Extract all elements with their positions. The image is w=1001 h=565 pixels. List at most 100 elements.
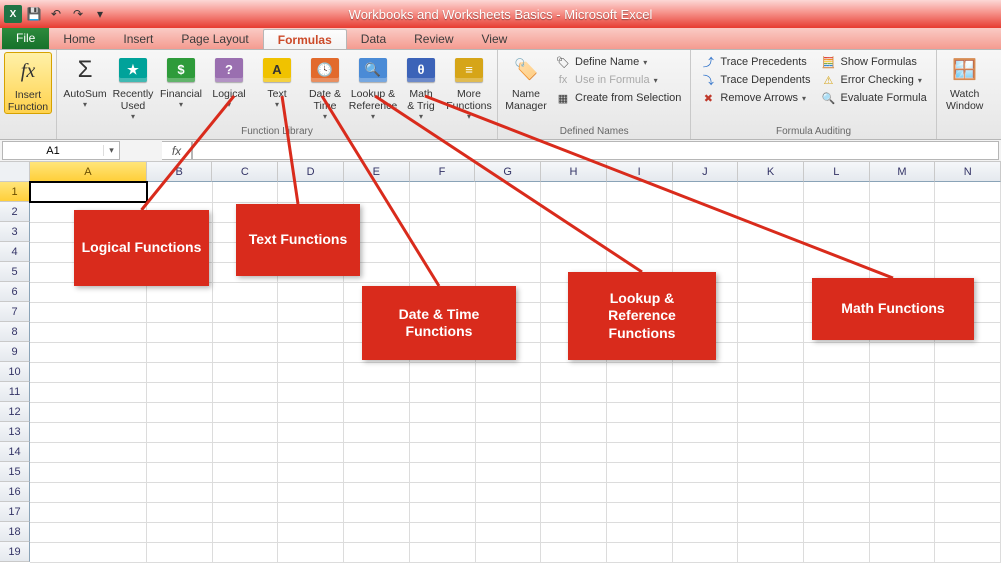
qat-customize-icon[interactable]: ▾ [90,4,110,24]
cell[interactable] [541,182,607,202]
cell[interactable] [344,362,410,382]
cell[interactable] [409,402,475,422]
row-header[interactable]: 19 [0,542,30,562]
cell[interactable] [30,362,147,382]
cell[interactable] [803,382,869,402]
cell[interactable] [738,222,804,242]
cell[interactable] [475,502,541,522]
undo-icon[interactable]: ↶ [46,4,66,24]
row-header[interactable]: 15 [0,462,30,482]
cell[interactable] [212,282,278,302]
cell[interactable] [869,242,935,262]
cell[interactable] [935,502,1001,522]
cell[interactable] [869,442,935,462]
cell[interactable] [30,322,147,342]
row-header[interactable]: 11 [0,382,30,402]
row-header[interactable]: 2 [0,202,30,222]
cell[interactable] [147,322,213,342]
cell[interactable] [344,522,410,542]
cell[interactable] [803,462,869,482]
cell[interactable] [738,462,804,482]
cell[interactable] [803,542,869,562]
remove-arrows-button[interactable]: ✖ Remove Arrows [697,90,813,106]
column-header[interactable]: H [541,162,607,182]
cell[interactable] [606,382,672,402]
cell[interactable] [935,462,1001,482]
cell[interactable] [738,322,804,342]
cell[interactable] [935,442,1001,462]
cell[interactable] [935,522,1001,542]
row-header[interactable]: 3 [0,222,30,242]
row-header[interactable]: 10 [0,362,30,382]
cell[interactable] [30,482,147,502]
cell[interactable] [409,522,475,542]
cell[interactable] [606,422,672,442]
cell[interactable] [935,482,1001,502]
cell[interactable] [935,422,1001,442]
cell[interactable] [475,262,541,282]
name-box-input[interactable] [3,145,103,157]
cell[interactable] [738,282,804,302]
column-header[interactable]: B [147,162,213,182]
cell[interactable] [606,222,672,242]
cell[interactable] [30,182,147,202]
cell[interactable] [212,382,278,402]
use-in-formula-button[interactable]: fx Use in Formula [552,72,684,88]
cell[interactable] [803,482,869,502]
cell[interactable] [409,222,475,242]
cell[interactable] [869,522,935,542]
cell[interactable] [30,522,147,542]
cell[interactable] [475,202,541,222]
cell[interactable] [147,362,213,382]
cell[interactable] [606,442,672,462]
cell[interactable] [606,462,672,482]
cell[interactable] [738,242,804,262]
cell[interactable] [278,442,344,462]
cell[interactable] [278,482,344,502]
cell[interactable] [935,542,1001,562]
row-header[interactable]: 12 [0,402,30,422]
row-header[interactable]: 17 [0,502,30,522]
cell[interactable] [869,182,935,202]
cell[interactable] [869,422,935,442]
cell[interactable] [738,262,804,282]
cell[interactable] [409,482,475,502]
cell[interactable] [672,362,738,382]
cell[interactable] [541,402,607,422]
cell[interactable] [30,402,147,422]
cell[interactable] [212,362,278,382]
cell[interactable] [672,242,738,262]
ribbon-tab-page-layout[interactable]: Page Layout [167,29,262,49]
cell[interactable] [475,222,541,242]
financial-button[interactable]: $ Financial [157,52,205,109]
watch-window-button[interactable]: 🪟 Watch Window [941,52,989,112]
cell[interactable] [212,182,278,202]
cell[interactable] [803,202,869,222]
error-checking-button[interactable]: ⚠ Error Checking [817,72,929,88]
cell[interactable] [935,402,1001,422]
recently-used-button[interactable]: ★ Recently Used [109,52,157,121]
cell[interactable] [738,302,804,322]
cell[interactable] [475,422,541,442]
trace-dependents-button[interactable]: ⤵ Trace Dependents [697,72,813,88]
cell[interactable] [803,522,869,542]
row-header[interactable]: 14 [0,442,30,462]
cell[interactable] [344,382,410,402]
cell[interactable] [147,342,213,362]
cell[interactable] [672,522,738,542]
ribbon-tab-data[interactable]: Data [347,29,400,49]
cell[interactable] [738,422,804,442]
cell[interactable] [606,402,672,422]
ribbon-tab-home[interactable]: Home [49,29,109,49]
cell[interactable] [212,322,278,342]
cell[interactable] [278,342,344,362]
cell[interactable] [803,242,869,262]
cell[interactable] [409,242,475,262]
cell[interactable] [738,542,804,562]
cell[interactable] [475,462,541,482]
cell[interactable] [30,342,147,362]
cell[interactable] [278,422,344,442]
select-all-corner[interactable] [0,162,30,182]
cell[interactable] [541,362,607,382]
cell[interactable] [147,382,213,402]
